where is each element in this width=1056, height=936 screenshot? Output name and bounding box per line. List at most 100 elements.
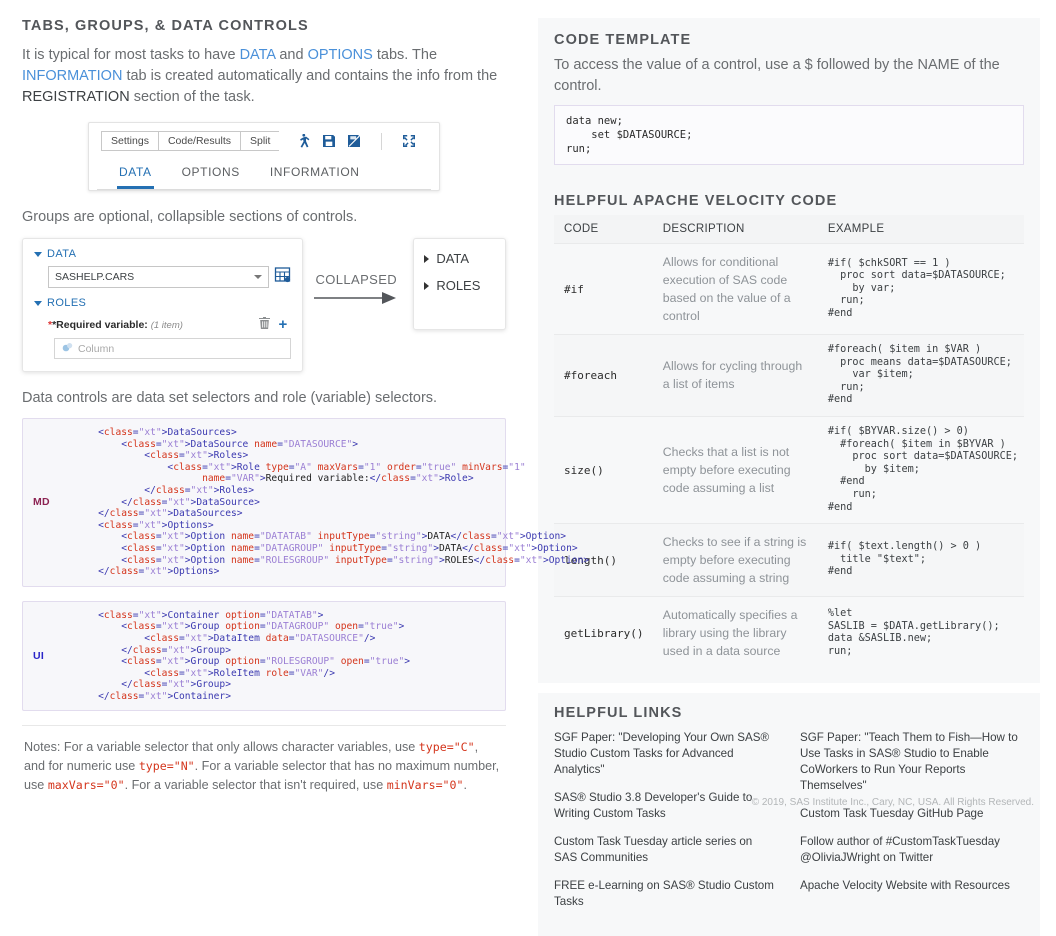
cell-description: Checks that a list is not empty before e… [653, 416, 818, 523]
cell-example: #if( $text.length() > 0 ) title "$text";… [818, 524, 1024, 597]
chevron-down-icon [34, 252, 42, 257]
groups-mockup: DATA SASHELP.CARS ROLES [22, 238, 506, 372]
data-controls-caption: Data controls are data set selectors and… [22, 388, 506, 409]
intro-text-4: tab is created automatically and contain… [122, 68, 497, 84]
velocity-title: HELPFUL APACHE VELOCITY CODE [554, 193, 1024, 209]
helpful-links-title: HELPFUL LINKS [554, 705, 1024, 721]
group-header-roles[interactable]: ROLES [34, 297, 291, 309]
group-header-data[interactable]: DATA [34, 248, 291, 260]
column-placeholder: Column [78, 343, 114, 355]
notes-c1: type="C" [419, 740, 475, 754]
column-header-code: CODE [554, 215, 653, 244]
column-header-example: EXAMPLE [818, 215, 1024, 244]
cell-description: Automatically specifies a library using … [653, 597, 818, 670]
trash-icon[interactable] [259, 316, 270, 334]
ui-code-block: UI <class="xt">Container option="DATATAB… [22, 601, 506, 712]
md-badge: MD [33, 496, 50, 508]
list-item[interactable]: SGF Paper: "Teach Them to Fish—How to Us… [800, 730, 1024, 794]
dataset-select[interactable]: SASHELP.CARS [48, 266, 269, 288]
intro-data-keyword: DATA [240, 47, 276, 63]
infographic-page: TABS, GROUPS, & DATA CONTROLS It is typi… [0, 0, 1056, 816]
save-as-icon[interactable] [347, 134, 361, 148]
velocity-table: CODE DESCRIPTION EXAMPLE #if Allows for … [554, 215, 1024, 669]
links-grid: SGF Paper: "Developing Your Own SAS® Stu… [554, 730, 1024, 922]
column-icon [62, 342, 73, 356]
chevron-right-icon [424, 255, 429, 263]
cell-description: Allows for cycling through a list of ite… [653, 335, 818, 417]
tabs-mockup-wrapper: Settings Code/Results Split [22, 122, 506, 191]
required-variable-row: **Required variable: (1 item) + [48, 316, 291, 334]
required-text: *Required variable: [52, 319, 148, 331]
list-item[interactable]: SAS® Studio 3.8 Developer's Guide to Wri… [554, 790, 778, 822]
item-count: (1 item) [151, 320, 183, 331]
velocity-table-body: #if Allows for conditional execution of … [554, 244, 1024, 670]
collapsed-item-label: ROLES [436, 278, 480, 293]
arrow-wrapper [303, 290, 409, 306]
table-row: #if Allows for conditional execution of … [554, 244, 1024, 335]
maximize-icon[interactable] [402, 134, 416, 148]
velocity-panel: HELPFUL APACHE VELOCITY CODE CODE DESCRI… [538, 179, 1040, 683]
chevron-down-icon [254, 275, 262, 279]
code-template-description: To access the value of a control, use a … [554, 55, 1024, 97]
intro-text-3: tabs. The [373, 47, 437, 63]
cell-code: #if [554, 244, 653, 335]
collapsed-item-data[interactable]: DATA [424, 251, 495, 266]
save-icon[interactable] [322, 134, 336, 148]
segment-settings[interactable]: Settings [101, 131, 158, 151]
segment-split[interactable]: Split [240, 131, 279, 151]
dataset-value: SASHELP.CARS [55, 271, 134, 283]
table-row: getLibrary() Automatically specifies a l… [554, 597, 1024, 670]
cell-description: Allows for conditional execution of SAS … [653, 244, 818, 335]
cell-code: getLibrary() [554, 597, 653, 670]
run-icon[interactable] [297, 134, 311, 149]
notes-text: Notes: For a variable selector that only… [22, 725, 506, 795]
list-item[interactable]: SGF Paper: "Developing Your Own SAS® Stu… [554, 730, 778, 778]
notes-t4: . For a variable selector that isn't req… [125, 778, 387, 792]
column-input[interactable]: Column [54, 338, 291, 359]
segment-code-results[interactable]: Code/Results [158, 131, 240, 151]
add-icon[interactable]: + [279, 320, 288, 330]
ui-badge: UI [33, 650, 44, 662]
links-column-left: SGF Paper: "Developing Your Own SAS® Stu… [554, 730, 778, 922]
collapsed-item-label: DATA [436, 251, 469, 266]
left-column: TABS, GROUPS, & DATA CONTROLS It is typi… [0, 0, 528, 816]
tabs-mockup: Settings Code/Results Split [88, 122, 440, 191]
tab-information[interactable]: INFORMATION [268, 161, 362, 189]
list-item[interactable]: Apache Velocity Website with Resources [800, 878, 1024, 894]
required-variable-label: **Required variable: (1 item) [48, 319, 183, 331]
right-column: CODE TEMPLATE To access the value of a c… [528, 0, 1056, 816]
role-action-icons: + [259, 316, 292, 334]
group-label-roles: ROLES [47, 297, 86, 309]
intro-text-2: and [275, 47, 307, 63]
collapsed-item-roles[interactable]: ROLES [424, 278, 495, 293]
group-label-data: DATA [47, 248, 76, 260]
groups-caption: Groups are optional, collapsible section… [22, 207, 506, 228]
chevron-down-icon [34, 301, 42, 306]
cell-code: #foreach [554, 335, 653, 417]
list-item[interactable]: Custom Task Tuesday GitHub Page [800, 806, 1024, 822]
toolbar-row: Settings Code/Results Split [97, 129, 431, 157]
list-item[interactable]: FREE e-Learning on SAS® Studio Custom Ta… [554, 878, 778, 910]
metadata-code-block: MD <class="xt">DataSources> <class="xt">… [22, 418, 506, 587]
tab-data[interactable]: DATA [117, 161, 154, 189]
tab-options[interactable]: OPTIONS [180, 161, 242, 189]
code-template-snippet: data new; set $DATASOURCE; run; [554, 105, 1024, 165]
notes-t5: . [463, 778, 467, 792]
table-picker-icon[interactable] [274, 266, 291, 288]
collapsed-annotation: COLLAPSED [303, 238, 409, 306]
code-template-panel: CODE TEMPLATE To access the value of a c… [538, 18, 1040, 179]
expanded-panel: DATA SASHELP.CARS ROLES [22, 238, 303, 372]
notes-c2: type="N" [139, 759, 195, 773]
velocity-header-row: CODE DESCRIPTION EXAMPLE [554, 215, 1024, 244]
tab-bar: DATA OPTIONS INFORMATION [97, 157, 431, 190]
intro-registration-keyword: REGISTRATION [22, 89, 130, 105]
table-row: #foreach Allows for cycling through a li… [554, 335, 1024, 417]
intro-text-1: It is typical for most tasks to have [22, 47, 240, 63]
intro-options-keyword: OPTIONS [308, 47, 373, 63]
velocity-table-head: CODE DESCRIPTION EXAMPLE [554, 215, 1024, 244]
list-item[interactable]: Follow author of #CustomTaskTuesday @Oli… [800, 834, 1024, 866]
list-item[interactable]: Custom Task Tuesday article series on SA… [554, 834, 778, 866]
table-row: length() Checks to see if a string is em… [554, 524, 1024, 597]
column-header-description: DESCRIPTION [653, 215, 818, 244]
cell-example: #if( $BYVAR.size() > 0) #foreach( $item … [818, 416, 1024, 523]
